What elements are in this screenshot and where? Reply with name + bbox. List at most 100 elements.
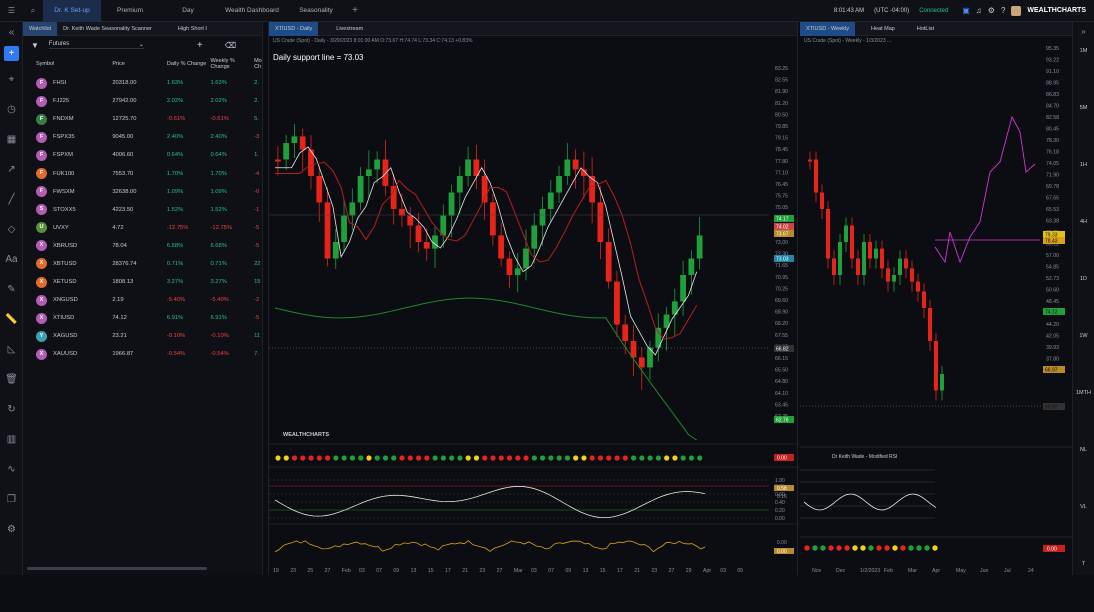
eraser-icon[interactable]: ⌫ [225,41,236,50]
trash-icon[interactable]: 🗑 [0,364,23,394]
x-tick-label: 09 [393,568,399,574]
timeframe-4h[interactable]: 4H [1073,213,1094,270]
tab-seasonality[interactable]: Seasonality [287,0,345,22]
layers-icon[interactable]: ❐ [0,484,23,514]
line-tool-icon[interactable]: ╱ [0,184,23,214]
price-cell: 28376.74 [112,260,137,267]
tab-watchlist[interactable]: Watchlist [23,21,58,36]
tab-premium[interactable]: Premium [101,0,159,22]
table-row[interactable]: F FSPXM 4006.60 0.64% 0.64% 1. [23,146,262,164]
y-tick-label: 93.22 [1046,58,1059,64]
timeframe-1m[interactable]: 1M [1073,42,1094,99]
symbol-badge: Y [36,330,47,342]
tab-high-short[interactable]: High Short I [172,26,213,32]
daily-change-cell: 2.40% [166,134,184,141]
x-tick-label: 05 [737,568,743,574]
x-tick-label: Feb [342,568,351,574]
table-row[interactable]: F FSPX35 9045.00 2.40% 2.40% -3 [23,128,262,146]
tab-dr-k-setup[interactable]: Dr. K Set-up [43,0,101,22]
header-daily[interactable]: Daily % Change [167,61,211,67]
settings-icon[interactable]: ⚙ [0,514,23,544]
price-cell: 27942.00 [112,98,137,105]
daily-chart-svg[interactable]: 83.25 82.55 81.90 81.20 80.50 79.85 79.15 78.45… [269,22,799,575]
y-tick-label: 68.90 [775,310,788,316]
signal-dot [892,545,898,551]
table-row[interactable]: X XETUSD 1808.13 3.27% 3.27% 15 [23,273,262,291]
gear-icon[interactable]: ⚙ [988,6,995,15]
monthly-change-cell: 22 [254,260,261,267]
table-row[interactable]: X XBTUSD 28376.74 0.71% 0.71% 22 [23,255,262,273]
bell-icon[interactable]: ♫ [976,6,982,15]
add-icon[interactable]: + [0,42,23,64]
tab-seasonality-scanner[interactable]: Dr. Keith Wade Seasonality Scanner [57,26,158,32]
candle-body [531,225,538,249]
price-cell: 74.12 [112,315,127,322]
pencil-icon[interactable]: ✎ [0,274,23,304]
refresh-icon[interactable]: ↻ [0,394,23,424]
crosshair-icon[interactable]: ⌖ [0,64,23,94]
candle-body [880,248,884,269]
table-row[interactable]: Y XAGUSD 23.21 -0.10% -0.10% 11 [23,327,262,345]
header-price[interactable]: Price [112,61,167,67]
trend-icon[interactable]: ↗ [0,154,23,184]
ruler-icon[interactable]: 📏 [0,304,23,334]
expand-icon[interactable]: » [1073,22,1094,42]
signal-dot [391,455,397,461]
table-row[interactable]: S STOXX5 4223.50 1.52% 1.52% -1 [23,201,262,219]
add-symbol-icon[interactable]: + [197,40,203,51]
price-cell: 78.04 [112,242,127,249]
chart-icon[interactable]: ▥ [0,424,23,454]
clock-icon[interactable]: ◷ [0,94,23,124]
calendar-icon[interactable]: ▦ [0,124,23,154]
search-icon[interactable]: ⌕ [23,6,43,16]
y-tick-label: 88.95 [1046,81,1059,87]
symbol-badge: X [36,294,47,306]
table-row[interactable]: X XTIUSD 74.12 6.91% 6.91% -5 [23,309,262,327]
shapes-icon[interactable]: ◇ [0,214,23,244]
timezone[interactable]: (UTC -04:00) [874,8,909,14]
price-label: 62.76 [776,418,789,424]
daily-change-cell: 1.09% [166,188,184,195]
timeframe-vl[interactable]: VL [1073,498,1094,555]
table-row[interactable]: F FWSXM 32638.00 1.09% 1.09% -0 [23,183,262,201]
timeframe-1mth[interactable]: 1MTH [1073,384,1094,441]
symbol-badge: F [36,186,47,198]
y-tick-label: 76.45 [775,182,788,188]
filter-icon[interactable]: ▼ [31,41,39,50]
timeframe-1h[interactable]: 1H [1073,156,1094,213]
table-row[interactable]: X XAUUSD 1966.87 -0.54% -0.54% 7. [23,345,262,363]
add-tab-icon[interactable]: + [345,5,365,16]
tab-day[interactable]: Day [159,0,217,22]
timeframe-1w[interactable]: 1W [1073,327,1094,384]
header-symbol[interactable]: Symbol [23,61,112,67]
table-row[interactable]: F FHSI 20318.00 1.63% 1.63% 2. [23,74,262,92]
timeframe-t[interactable]: T [1073,555,1094,612]
table-row[interactable]: F FNDXM 12725.70 -0.61% -0.61% 5. [23,110,262,128]
help-icon[interactable]: ? [1001,6,1005,15]
avatar[interactable] [1011,5,1022,16]
table-row[interactable]: U UVXY 4.72 -12.75% -12.75% -5 [23,219,262,237]
measure-icon[interactable]: ◺ [0,334,23,364]
symbol-cell: X XAUUSD [23,348,112,360]
horizontal-scrollbar[interactable] [27,567,207,570]
header-weekly[interactable]: Weekly % Change [210,58,254,70]
y-tick-label: 67.65 [1046,196,1059,202]
table-row[interactable]: F FUK100 7553.70 1.70% 1.70% -4 [23,164,262,182]
collapse-icon[interactable]: « [0,22,23,42]
y-tick-label: 76.18 [1046,150,1059,156]
tab-wealth-dashboard[interactable]: Wealth Dashboard [217,0,287,22]
monthly-change-cell: 5. [254,116,259,123]
timeframe-5m[interactable]: 5M [1073,99,1094,156]
text-icon[interactable]: Aa [0,244,23,274]
timeframe-1d[interactable]: 1D [1073,270,1094,327]
menu-icon[interactable]: ☰ [0,6,23,15]
wave-icon[interactable]: ∿ [0,454,23,484]
timeframe-nl[interactable]: NL [1073,441,1094,498]
weekly-chart-svg[interactable]: 95.35 93.22 91.10 88.95 86.83 84.70 82.58 80.45… [800,22,1072,575]
table-row[interactable]: X XBRUSD 78.04 6.68% 6.68% -5 [23,237,262,255]
table-row[interactable]: F FJ225 27942.00 2.02% 2.02% 2. [23,92,262,110]
header-monthly[interactable]: Mo Ch [254,58,262,70]
watchlist-select[interactable]: Futures ⌄ [48,41,144,49]
table-row[interactable]: X XNGUSD 2.19 -5.40% -5.40% -2 [23,291,262,309]
save-icon[interactable]: ▣ [962,6,970,15]
